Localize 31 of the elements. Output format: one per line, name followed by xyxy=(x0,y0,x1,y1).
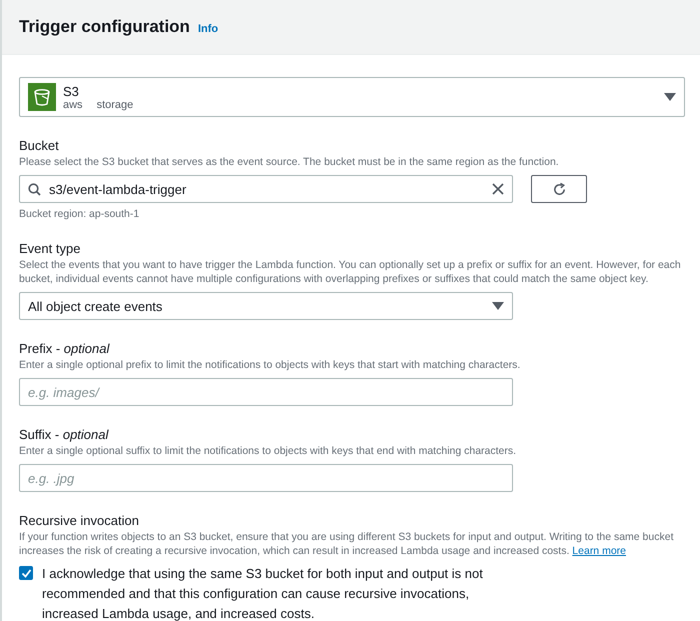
field-description: Enter a single optional suffix to limit the notifications to objects with keys that end with matching characters. xyxy=(19,444,518,458)
service-select[interactable]: S3 aws storage xyxy=(19,77,685,117)
bucket-icon xyxy=(28,83,56,111)
service-tag: storage xyxy=(96,98,134,110)
bucket-search-field[interactable]: s3/event-lambda-trigger xyxy=(19,175,513,203)
service-tag: aws xyxy=(63,98,83,110)
field-label: Bucket xyxy=(19,137,60,155)
panel-title: Trigger configuration xyxy=(19,17,190,37)
field-label: Event type xyxy=(19,240,82,258)
refresh-button[interactable] xyxy=(531,175,587,203)
bucket-region-note: Bucket region: ap-south-1 xyxy=(19,208,140,220)
field-label: Suffix - optional xyxy=(19,426,110,444)
event-type-select[interactable]: All object create events xyxy=(19,292,513,320)
field-description: Please select the S3 bucket that serves as the event source. The bucket must be in the same region as the function. xyxy=(19,155,560,169)
field-description: Select the events that you want to have trigger the Lambda function. You can optionally set up a prefix or suffix for an event. However, for each bucket, individual events cannot have multiple configurations with overlapping prefixes or suffixes that could match the same object key. xyxy=(19,258,682,286)
checkbox[interactable] xyxy=(19,566,33,580)
field-label: Prefix - optional xyxy=(19,340,111,358)
service-name: S3 xyxy=(63,84,80,98)
caret-icon xyxy=(664,93,676,101)
field-label: Recursive invocation xyxy=(19,512,140,530)
search-icon xyxy=(28,182,41,196)
text-field[interactable]: e.g. images/ xyxy=(19,378,513,406)
text-field[interactable]: e.g. .jpg xyxy=(19,464,513,492)
field-description: Enter a single optional prefix to limit the notifications to objects with keys that start with matching characters. xyxy=(19,358,522,372)
info-link[interactable]: Info xyxy=(198,22,218,34)
caret-icon xyxy=(492,302,504,310)
field-description: If your function writes objects to an S3 bucket, ensure that you are using different S3 buckets for input and output. Writing to the same bucket increases the risk of creating a recursive invocation, which can result in increased Lambda usage and increased costs. Learn more xyxy=(19,530,674,558)
clear-icon[interactable] xyxy=(492,183,504,195)
learn-more-link[interactable]: Learn more xyxy=(572,545,626,557)
refresh-icon xyxy=(552,182,566,196)
acknowledge-label: I acknowledge that using the same S3 bucket for both input and output is not recommended and that this configuration can cause recursive invocations, increased Lambda usage, and increased costs. xyxy=(42,565,484,621)
